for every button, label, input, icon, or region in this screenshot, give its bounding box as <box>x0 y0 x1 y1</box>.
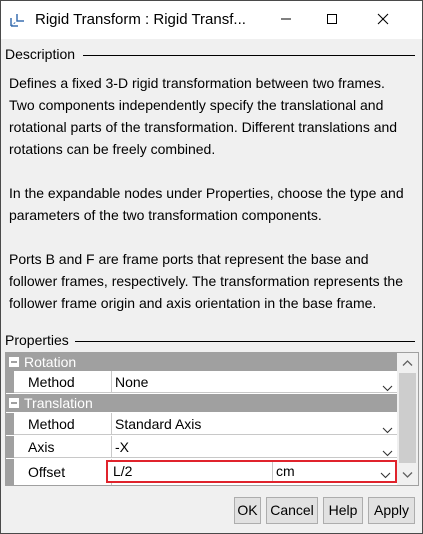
rotation-method-value: None <box>115 374 149 390</box>
properties-divider <box>75 341 415 342</box>
description-text: Defines a fixed 3-D rigid transformation… <box>9 72 414 314</box>
translation-offset-row: Offset L/2 cm <box>6 459 397 485</box>
maximize-button[interactable] <box>309 1 355 39</box>
translation-method-value: Standard Axis <box>115 416 202 432</box>
description-heading: Description <box>5 46 76 62</box>
scroll-down-button[interactable] <box>397 465 418 483</box>
translation-axis-dropdown[interactable]: -X <box>112 436 397 458</box>
translation-header-label: Translation <box>24 395 93 411</box>
translation-method-dropdown[interactable]: Standard Axis <box>112 413 397 435</box>
description-paragraph: In the expandable nodes under Properties… <box>9 185 404 223</box>
description-paragraph: Defines a fixed 3-D rigid transformation… <box>9 75 398 157</box>
row-gutter <box>6 436 14 458</box>
minimize-button[interactable] <box>263 1 309 39</box>
dialog-window: Rigid Transform : Rigid Transf... Descri… <box>0 0 423 534</box>
chevron-up-icon <box>402 354 413 370</box>
rotation-method-row: Method None <box>6 371 397 393</box>
close-icon <box>377 12 389 28</box>
translation-axis-label: Axis <box>14 436 112 458</box>
rotation-section-header[interactable]: Rotation <box>6 353 397 371</box>
properties-heading: Properties <box>5 332 69 348</box>
translation-offset-label: Offset <box>14 459 112 485</box>
translation-axis-value: -X <box>115 439 129 455</box>
close-button[interactable] <box>355 1 411 39</box>
translation-method-label: Method <box>14 413 112 435</box>
translation-method-row: Method Standard Axis <box>6 413 397 435</box>
row-gutter <box>6 371 14 393</box>
chevron-down-icon <box>382 377 393 392</box>
title-bar[interactable]: Rigid Transform : Rigid Transf... <box>1 1 422 39</box>
offset-value-input[interactable]: L/2 <box>113 462 132 481</box>
collapse-icon[interactable] <box>9 398 19 408</box>
chevron-down-icon <box>402 466 413 482</box>
chevron-down-icon <box>380 467 391 479</box>
chevron-down-icon <box>382 419 393 434</box>
vertical-scrollbar[interactable] <box>397 353 418 485</box>
property-grid-body: Rotation Method None Translation Method … <box>6 353 397 485</box>
maximize-icon <box>326 12 338 28</box>
offset-unit-dropdown[interactable]: cm <box>276 462 295 481</box>
help-button[interactable]: Help <box>323 497 363 524</box>
row-gutter <box>6 459 14 485</box>
description-paragraph: Ports B and F are frame ports that repre… <box>9 251 403 311</box>
minimize-icon <box>280 12 292 28</box>
offset-highlight: L/2 cm <box>106 460 397 483</box>
rotation-method-dropdown[interactable]: None <box>112 371 397 393</box>
translation-section-header[interactable]: Translation <box>6 394 397 412</box>
collapse-icon[interactable] <box>9 357 19 367</box>
chevron-down-icon <box>382 442 393 457</box>
rotation-method-label: Method <box>14 371 112 393</box>
ok-button[interactable]: OK <box>234 497 261 524</box>
window-title: Rigid Transform : Rigid Transf... <box>35 11 246 28</box>
cancel-button[interactable]: Cancel <box>266 497 318 524</box>
description-divider <box>83 55 415 56</box>
apply-button[interactable]: Apply <box>368 497 415 524</box>
dialog-content: Description Defines a fixed 3-D rigid tr… <box>1 39 422 533</box>
rotation-header-label: Rotation <box>24 354 77 370</box>
translation-axis-row: Axis -X <box>6 436 397 458</box>
scroll-up-button[interactable] <box>397 353 418 371</box>
property-grid: Rotation Method None Translation Method … <box>5 352 419 486</box>
scroll-thumb[interactable] <box>399 373 416 463</box>
row-gutter <box>6 413 14 435</box>
rigid-transform-icon <box>9 12 27 28</box>
offset-separator <box>272 462 273 481</box>
